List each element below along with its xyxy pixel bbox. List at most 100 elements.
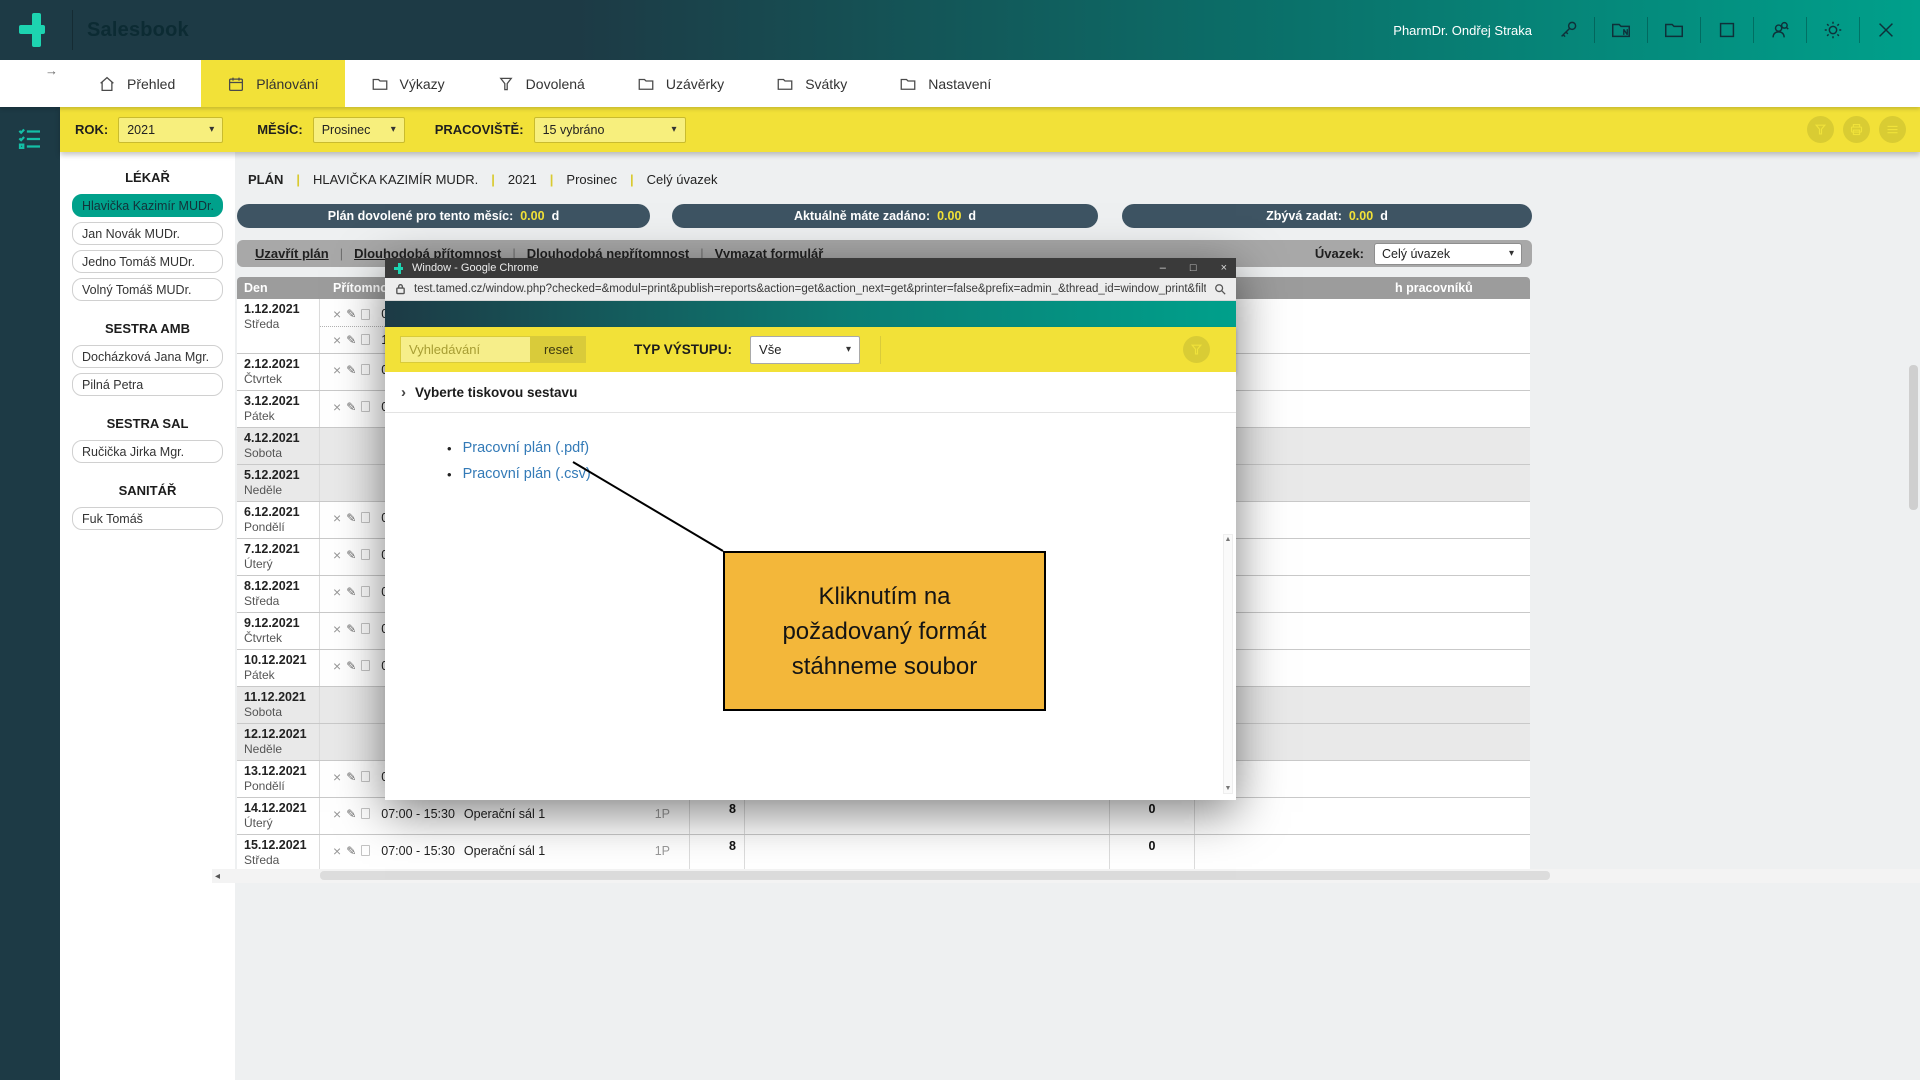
delete-entry-icon[interactable]: ×: [333, 548, 341, 562]
edit-entry-icon[interactable]: ✎: [346, 549, 356, 561]
csv-report-link[interactable]: Pracovní plán (.csv): [463, 466, 591, 482]
staff-item[interactable]: Pilná Petra: [72, 373, 223, 396]
folder-n-icon[interactable]: N: [1609, 18, 1633, 42]
year-select[interactable]: 2021▾: [118, 117, 223, 143]
note-icon[interactable]: [361, 401, 370, 412]
report-section-header[interactable]: › Vyberte tiskovou sestavu: [385, 372, 1236, 413]
popup-title-bar[interactable]: Window - Google Chrome – □ ×: [385, 258, 1236, 278]
note-icon[interactable]: [361, 334, 370, 345]
edit-entry-icon[interactable]: ✎: [346, 660, 356, 672]
funnel-icon: [1189, 342, 1204, 357]
edit-entry-icon[interactable]: ✎: [346, 586, 356, 598]
breadcrumb-item[interactable]: Prosinec: [566, 172, 617, 187]
edit-entry-icon[interactable]: ✎: [346, 623, 356, 635]
delete-entry-icon[interactable]: ×: [333, 770, 341, 784]
delete-entry-icon[interactable]: ×: [333, 307, 341, 321]
filter-funnel-button[interactable]: [1807, 116, 1834, 143]
edit-entry-icon[interactable]: ✎: [346, 308, 356, 320]
delete-entry-icon[interactable]: ×: [333, 511, 341, 525]
tab-dovolena[interactable]: Dovolená: [471, 60, 611, 107]
close-plan-link[interactable]: Uzavřít plán: [255, 246, 329, 261]
breadcrumb-item[interactable]: HLAVIČKA KAZIMÍR MUDR.: [313, 172, 478, 187]
tab-nastaveni[interactable]: Nastavení: [873, 60, 1017, 107]
edit-entry-icon[interactable]: ✎: [346, 808, 356, 820]
close-window-icon[interactable]: ×: [1221, 263, 1227, 274]
delete-entry-icon[interactable]: ×: [333, 844, 341, 858]
print-button[interactable]: [1843, 116, 1870, 143]
horizontal-scrollbar[interactable]: ◂: [212, 869, 1920, 883]
vertical-scrollbar-thumb[interactable]: [1909, 365, 1918, 510]
delete-entry-icon[interactable]: ×: [333, 363, 341, 377]
edit-entry-icon[interactable]: ✎: [346, 845, 356, 857]
key-icon[interactable]: [1556, 18, 1580, 42]
edit-entry-icon[interactable]: ✎: [346, 401, 356, 413]
note-icon[interactable]: [361, 808, 370, 819]
user-search-icon[interactable]: [1768, 18, 1792, 42]
delete-entry-icon[interactable]: ×: [333, 585, 341, 599]
month-select[interactable]: Prosinec▾: [313, 117, 405, 143]
close-icon[interactable]: [1874, 18, 1898, 42]
presence-cell[interactable]: ×✎07:00 - 15:30Operační sál 11P: [320, 798, 690, 834]
delete-entry-icon[interactable]: ×: [333, 659, 341, 673]
zoom-icon[interactable]: [1214, 283, 1226, 295]
note-icon[interactable]: [361, 309, 370, 320]
horizontal-scrollbar-thumb[interactable]: [320, 871, 1550, 880]
window-icon[interactable]: [1715, 18, 1739, 42]
note-icon[interactable]: [361, 845, 370, 856]
edit-entry-icon[interactable]: ✎: [346, 364, 356, 376]
staff-item[interactable]: Jan Novák MUDr.: [72, 222, 223, 245]
tab-label: Nastavení: [928, 76, 991, 92]
note-icon[interactable]: [361, 623, 370, 634]
popup-scrollbar[interactable]: ▲ ▼: [1223, 534, 1233, 794]
workplace-select[interactable]: 15 vybráno▾: [534, 117, 686, 143]
reset-button[interactable]: reset: [531, 336, 586, 363]
delete-entry-icon[interactable]: ×: [333, 807, 341, 821]
delete-entry-icon[interactable]: ×: [333, 333, 341, 347]
note-icon[interactable]: [361, 660, 370, 671]
delete-entry-icon[interactable]: ×: [333, 400, 341, 414]
popup-url-bar[interactable]: test.tamed.cz/window.php?checked=&modul=…: [385, 278, 1236, 301]
edit-entry-icon[interactable]: ✎: [346, 771, 356, 783]
note-icon[interactable]: [361, 364, 370, 375]
vertical-scrollbar[interactable]: [1909, 112, 1918, 872]
breadcrumb-item[interactable]: Celý úvazek: [647, 172, 718, 187]
row-date: 9.12.2021: [244, 616, 319, 630]
printer-icon: [1849, 122, 1864, 137]
tab-svatky[interactable]: Svátky: [750, 60, 873, 107]
note-icon[interactable]: [361, 586, 370, 597]
scroll-up-icon[interactable]: ▲: [1225, 536, 1232, 543]
scroll-left-icon[interactable]: ◂: [215, 871, 220, 882]
note-icon[interactable]: [361, 549, 370, 560]
presence-cell[interactable]: ×✎07:00 - 15:30Operační sál 11P: [320, 835, 690, 871]
staff-item[interactable]: Jedno Tomáš MUDr.: [72, 250, 223, 273]
note-icon[interactable]: [361, 771, 370, 782]
breadcrumb-item[interactable]: 2021: [508, 172, 537, 187]
note-icon[interactable]: [361, 512, 370, 523]
tab-vykazy[interactable]: Výkazy: [345, 60, 471, 107]
popup-funnel-button[interactable]: [1183, 336, 1210, 363]
staff-item[interactable]: Volný Tomáš MUDr.: [72, 278, 223, 301]
gear-icon[interactable]: [1821, 18, 1845, 42]
edit-entry-icon[interactable]: ✎: [346, 512, 356, 524]
edit-entry-icon[interactable]: ✎: [346, 334, 356, 346]
minimize-icon[interactable]: –: [1160, 263, 1166, 274]
staff-item[interactable]: Ručička Jirka Mgr.: [72, 440, 223, 463]
nav-back-arrow-icon[interactable]: →: [45, 63, 58, 78]
uvazek-select[interactable]: Celý úvazek▾: [1374, 243, 1522, 265]
tab-planovani[interactable]: Plánování: [201, 60, 344, 107]
staff-item[interactable]: Fuk Tomáš: [72, 507, 223, 530]
popup-search-input[interactable]: Vyhledávání: [400, 336, 531, 363]
delete-entry-icon[interactable]: ×: [333, 622, 341, 636]
maximize-icon[interactable]: □: [1190, 263, 1197, 274]
output-type-select[interactable]: Vše▾: [750, 336, 860, 364]
staff-item[interactable]: Docházková Jana Mgr.: [72, 345, 223, 368]
folder-icon[interactable]: [1662, 18, 1686, 42]
pdf-report-link[interactable]: Pracovní plán (.pdf): [463, 440, 590, 456]
scroll-down-icon[interactable]: ▼: [1225, 785, 1232, 792]
tab-uzaverky[interactable]: Uzávěrky: [611, 60, 750, 107]
staff-item[interactable]: Hlavička Kazimír MUDr.: [72, 194, 223, 217]
checklist-icon[interactable]: [14, 123, 46, 155]
spacer-cell: [1195, 391, 1530, 427]
tab-prehled[interactable]: Přehled: [72, 60, 201, 107]
menu-button[interactable]: [1879, 116, 1906, 143]
